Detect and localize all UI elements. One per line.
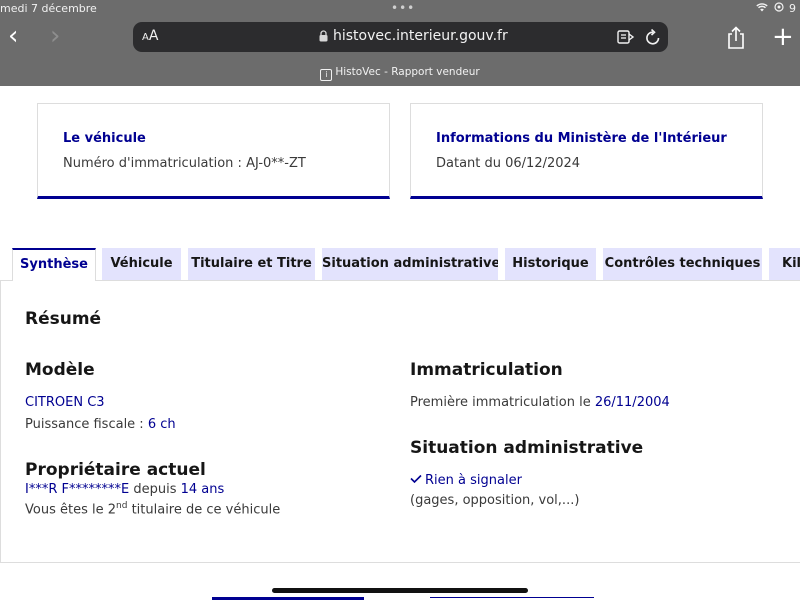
wifi-icon bbox=[756, 2, 774, 15]
tab-situation-administrative[interactable]: Situation administrative bbox=[322, 248, 498, 281]
status-date: medi 7 décembre bbox=[0, 2, 97, 15]
favicon-icon: i bbox=[320, 69, 333, 81]
share-icon[interactable] bbox=[726, 26, 746, 50]
first-registration-date: 26/11/2004 bbox=[594, 395, 670, 410]
admin-heading: Situation administrative bbox=[410, 438, 644, 458]
first-registration: Première immatriculation le 26/11/2004 bbox=[410, 395, 670, 410]
model-heading: Modèle bbox=[25, 360, 95, 380]
url-text[interactable]: histovec.interieur.gouv.fr bbox=[333, 28, 508, 44]
owner-heading: Propriétaire actuel bbox=[25, 460, 206, 480]
data-date: Datant du 06/12/2024 bbox=[436, 156, 581, 171]
owner-line: I***R F********E depuis 14 ans bbox=[25, 482, 225, 497]
report-tabs: Synthèse Véhicule Titulaire et Titre Sit… bbox=[0, 248, 800, 281]
multitask-dots[interactable]: ••• bbox=[391, 1, 415, 15]
model-name: CITROEN C3 bbox=[25, 395, 105, 410]
reload-icon[interactable] bbox=[645, 28, 661, 46]
focus-icon bbox=[773, 2, 790, 15]
browser-chrome: medi 7 décembre ••• 9 ‹ › AA histovec.in… bbox=[0, 0, 800, 86]
tab-vehicule[interactable]: Véhicule bbox=[102, 248, 181, 281]
registration-heading: Immatriculation bbox=[410, 360, 563, 380]
tab-kilometrage[interactable]: Kilo bbox=[769, 248, 800, 281]
page-title-text: HistoVec - Rapport vendeur bbox=[335, 66, 480, 78]
ministry-card: Informations du Ministère de l'Intérieur… bbox=[410, 103, 763, 199]
owner-duration: 14 ans bbox=[180, 482, 225, 497]
fiscal-power: Puissance fiscale : 6 ch bbox=[25, 417, 176, 432]
battery-percent: 9 bbox=[789, 2, 798, 15]
lock-icon bbox=[319, 30, 328, 42]
tab-historique[interactable]: Historique bbox=[505, 248, 596, 281]
admin-status: Rien à signaler bbox=[410, 473, 522, 488]
page-tab-title[interactable]: i HistoVec - Rapport vendeur bbox=[0, 66, 800, 81]
check-icon bbox=[410, 474, 422, 484]
registration-number: Numéro d'immatriculation : AJ-0**-ZT bbox=[63, 156, 306, 171]
vehicle-card-title: Le véhicule bbox=[63, 131, 146, 146]
ministry-card-title: Informations du Ministère de l'Intérieur bbox=[436, 131, 727, 146]
owner-rank: Vous êtes le 2nd titulaire de ce véhicul… bbox=[25, 501, 281, 518]
admin-detail: (gages, opposition, vol,...) bbox=[410, 493, 580, 508]
back-button[interactable]: ‹ bbox=[8, 22, 18, 50]
forward-button[interactable]: › bbox=[50, 22, 60, 50]
address-bar[interactable]: AA histovec.interieur.gouv.fr bbox=[133, 22, 668, 52]
summary-heading: Résumé bbox=[25, 309, 102, 329]
new-tab-button[interactable]: + bbox=[772, 24, 794, 50]
tab-synthese[interactable]: Synthèse bbox=[12, 248, 96, 281]
vehicle-card: Le véhicule Numéro d'immatriculation : A… bbox=[37, 103, 390, 199]
fiscal-power-value: 6 ch bbox=[147, 417, 176, 432]
home-indicator[interactable] bbox=[272, 588, 528, 593]
reader-mode-icon[interactable] bbox=[617, 29, 635, 45]
status-icons: 9 bbox=[756, 2, 798, 15]
owner-name: I***R F********E bbox=[25, 482, 130, 497]
tab-controles-techniques[interactable]: Contrôles techniques bbox=[603, 248, 762, 281]
reader-text-size-button[interactable]: AA bbox=[142, 28, 158, 44]
tab-titulaire-titre[interactable]: Titulaire et Titre bbox=[188, 248, 315, 281]
